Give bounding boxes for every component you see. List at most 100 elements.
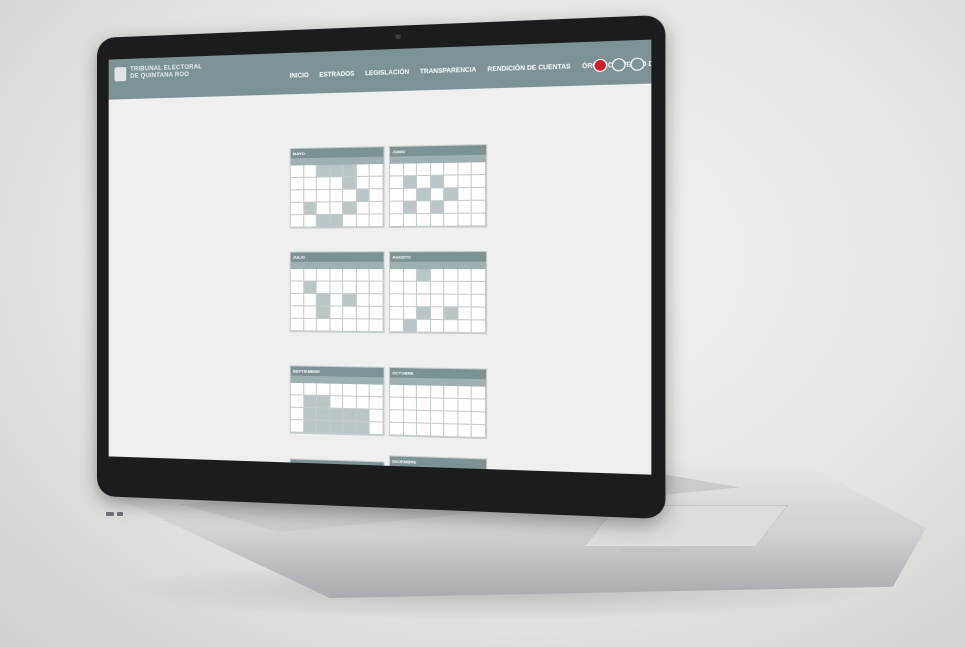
day-cell[interactable] xyxy=(330,383,344,397)
day-cell[interactable] xyxy=(316,383,331,397)
day-cell[interactable] xyxy=(330,281,344,295)
day-cell[interactable] xyxy=(390,214,404,228)
day-cell[interactable] xyxy=(343,189,357,203)
day-cell[interactable] xyxy=(290,165,304,179)
day-cell[interactable] xyxy=(303,202,317,216)
day-cell[interactable] xyxy=(370,201,384,215)
day-cell[interactable] xyxy=(316,164,331,178)
day-cell[interactable] xyxy=(316,420,331,434)
day-cell[interactable] xyxy=(370,294,384,307)
day-cell[interactable] xyxy=(417,201,431,215)
day-cell[interactable] xyxy=(356,269,371,282)
day-cell[interactable] xyxy=(390,176,404,190)
day-cell[interactable] xyxy=(444,307,459,321)
day-cell[interactable] xyxy=(403,410,418,424)
day-cell[interactable] xyxy=(403,281,418,295)
day-cell[interactable] xyxy=(458,200,473,214)
day-cell[interactable] xyxy=(370,384,384,398)
day-cell[interactable] xyxy=(356,281,371,295)
day-cell[interactable] xyxy=(403,176,418,189)
day-cell[interactable] xyxy=(303,269,317,282)
day-cell[interactable] xyxy=(356,189,371,203)
day-cell[interactable] xyxy=(403,188,418,202)
day-cell[interactable] xyxy=(370,189,384,202)
day-cell[interactable] xyxy=(343,164,357,178)
day-cell[interactable] xyxy=(343,177,357,190)
day-cell[interactable] xyxy=(458,424,473,438)
day-cell[interactable] xyxy=(330,294,344,307)
day-cell[interactable] xyxy=(444,281,459,295)
day-cell[interactable] xyxy=(417,423,431,437)
day-cell[interactable] xyxy=(316,202,331,216)
day-cell[interactable] xyxy=(390,397,404,411)
day-cell[interactable] xyxy=(458,398,473,413)
day-cell[interactable] xyxy=(316,395,331,409)
day-cell[interactable] xyxy=(290,382,304,396)
day-cell[interactable] xyxy=(472,307,487,321)
day-cell[interactable] xyxy=(444,213,459,227)
day-cell[interactable] xyxy=(403,423,418,437)
day-cell[interactable] xyxy=(458,320,473,334)
day-cell[interactable] xyxy=(290,215,304,228)
day-cell[interactable] xyxy=(356,176,371,190)
day-cell[interactable] xyxy=(472,162,487,176)
day-cell[interactable] xyxy=(303,420,317,434)
day-cell[interactable] xyxy=(403,294,418,308)
day-cell[interactable] xyxy=(403,385,418,399)
day-cell[interactable] xyxy=(430,201,445,215)
day-cell[interactable] xyxy=(403,269,418,282)
youtube-icon[interactable] xyxy=(593,58,608,73)
day-cell[interactable] xyxy=(390,384,404,398)
day-cell[interactable] xyxy=(343,269,357,282)
day-cell[interactable] xyxy=(417,307,431,320)
day-cell[interactable] xyxy=(472,175,487,189)
day-cell[interactable] xyxy=(444,320,459,333)
day-cell[interactable] xyxy=(290,407,304,421)
day-cell[interactable] xyxy=(370,176,384,190)
day-cell[interactable] xyxy=(390,188,404,202)
day-cell[interactable] xyxy=(430,162,445,176)
day-cell[interactable] xyxy=(290,269,304,282)
day-cell[interactable] xyxy=(370,269,384,282)
day-cell[interactable] xyxy=(390,294,404,308)
day-cell[interactable] xyxy=(390,319,404,333)
day-cell[interactable] xyxy=(458,269,473,282)
day-cell[interactable] xyxy=(444,385,459,399)
day-cell[interactable] xyxy=(458,386,473,400)
day-cell[interactable] xyxy=(343,383,357,397)
day-cell[interactable] xyxy=(303,408,317,421)
day-cell[interactable] xyxy=(458,294,473,308)
day-cell[interactable] xyxy=(444,162,459,176)
day-cell[interactable] xyxy=(390,422,404,436)
day-cell[interactable] xyxy=(330,189,344,203)
day-cell[interactable] xyxy=(444,175,459,189)
day-cell[interactable] xyxy=(290,318,304,332)
day-cell[interactable] xyxy=(403,319,418,333)
day-cell[interactable] xyxy=(417,175,431,189)
menu-item-legislacion[interactable]: LEGISLACIÓN xyxy=(365,70,409,78)
day-cell[interactable] xyxy=(330,319,344,332)
day-cell[interactable] xyxy=(430,319,445,333)
day-cell[interactable] xyxy=(290,395,304,409)
day-cell[interactable] xyxy=(403,163,418,177)
day-cell[interactable] xyxy=(356,409,371,423)
day-cell[interactable] xyxy=(430,281,445,295)
day-cell[interactable] xyxy=(290,306,304,319)
day-cell[interactable] xyxy=(390,201,404,215)
day-cell[interactable] xyxy=(356,319,371,333)
day-cell[interactable] xyxy=(330,396,344,409)
day-cell[interactable] xyxy=(303,318,317,332)
day-cell[interactable] xyxy=(472,412,487,426)
day-cell[interactable] xyxy=(430,188,445,202)
day-cell[interactable] xyxy=(356,294,371,307)
day-cell[interactable] xyxy=(458,213,473,227)
facebook-icon[interactable] xyxy=(630,57,645,71)
day-cell[interactable] xyxy=(417,410,431,424)
day-cell[interactable] xyxy=(370,409,384,423)
day-cell[interactable] xyxy=(343,396,357,410)
day-cell[interactable] xyxy=(356,164,371,178)
day-cell[interactable] xyxy=(430,175,445,189)
day-cell[interactable] xyxy=(316,281,331,295)
day-cell[interactable] xyxy=(458,188,473,202)
day-cell[interactable] xyxy=(444,294,459,308)
